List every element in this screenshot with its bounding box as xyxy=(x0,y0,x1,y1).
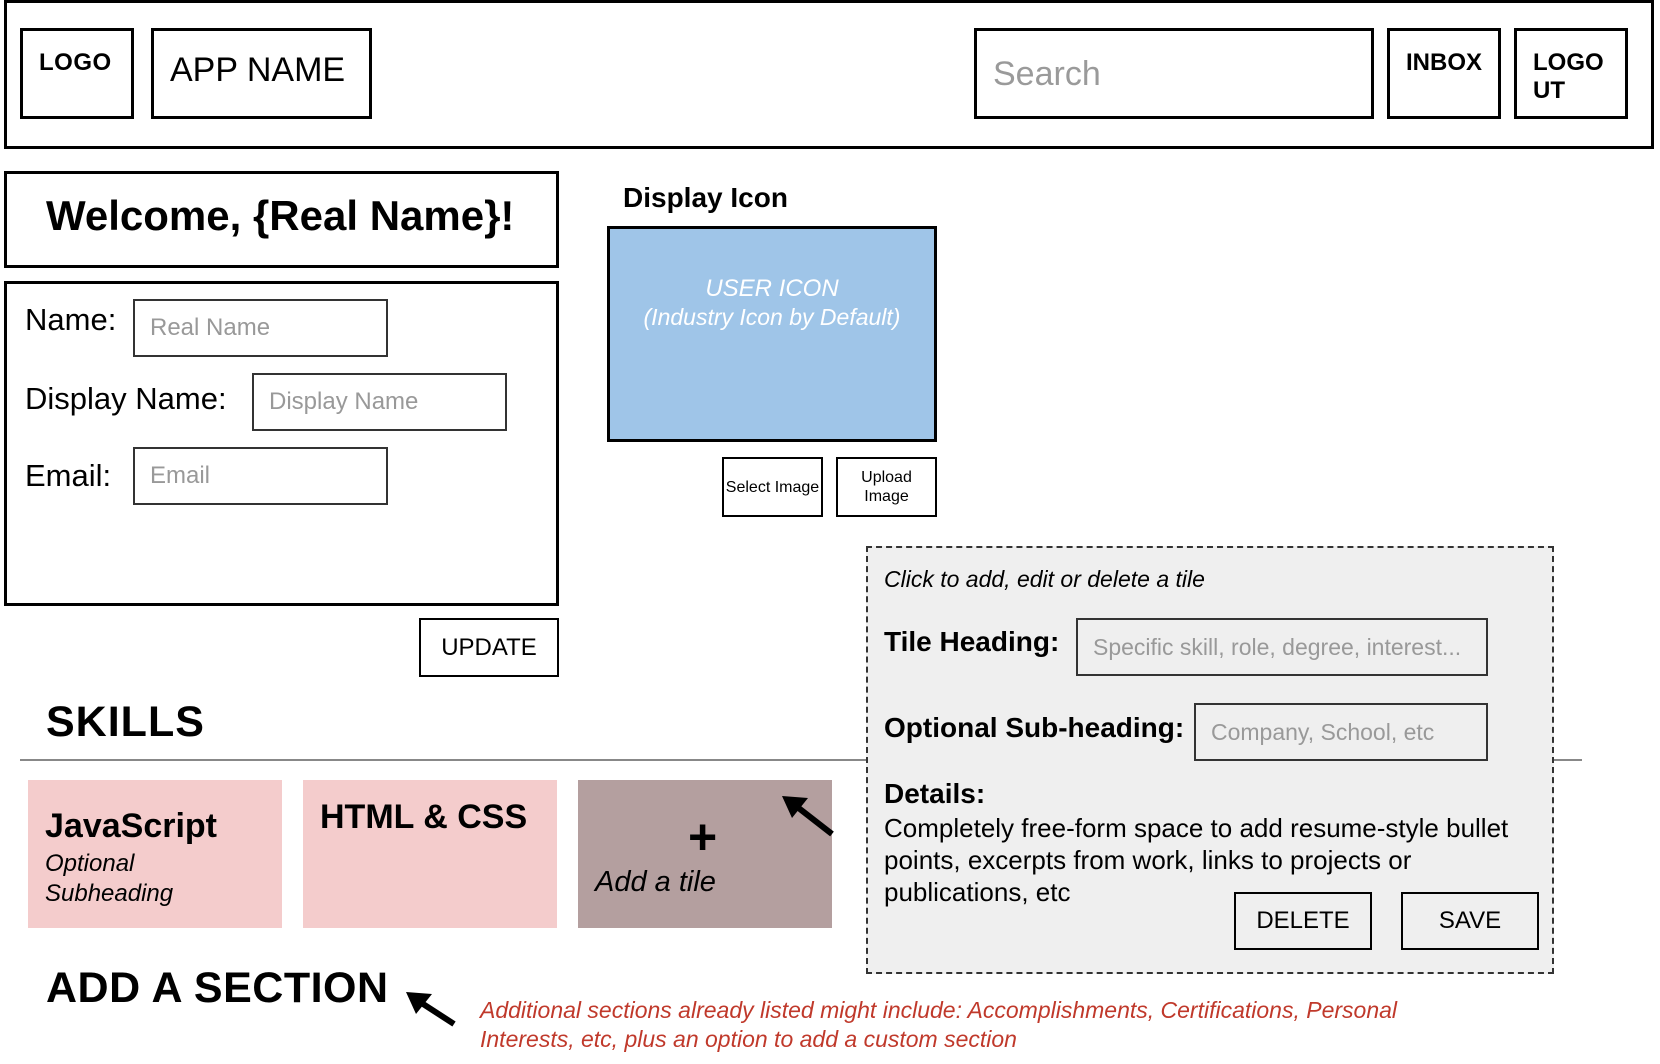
plus-icon: + xyxy=(688,809,718,865)
details-label: Details: xyxy=(884,778,986,809)
upload-image-button[interactable]: Upload Image xyxy=(836,457,937,517)
tile-heading-input[interactable] xyxy=(1076,618,1488,676)
tile-heading: HTML & CSS xyxy=(320,798,528,836)
display-name-label: Display Name: xyxy=(25,381,227,416)
tile-heading-label: Tile Heading: xyxy=(884,626,1060,657)
logo-text: LOGO xyxy=(39,49,112,76)
name-input[interactable] xyxy=(133,299,388,357)
search-input[interactable] xyxy=(991,51,1355,97)
skill-tile-html-css[interactable]: HTML & CSS xyxy=(303,780,557,928)
add-section-note: Additional sections already listed might… xyxy=(480,997,1398,1052)
arrow-icon xyxy=(782,796,834,837)
select-image-button[interactable]: Select Image xyxy=(722,457,823,517)
app-name: APP NAME xyxy=(151,28,372,119)
profile-form: Name: Display Name: Email: xyxy=(4,281,559,606)
subheading-label: Optional Sub-heading: xyxy=(884,712,1185,743)
subheading-input[interactable] xyxy=(1194,703,1488,761)
display-name-input[interactable] xyxy=(252,373,507,431)
inbox-button[interactable]: INBOX xyxy=(1387,28,1501,119)
user-icon-preview: USER ICON (Industry Icon by Default) xyxy=(607,226,937,442)
arrow-icon xyxy=(406,992,456,1027)
user-icon-title: USER ICON xyxy=(705,275,839,302)
tile-heading: JavaScript xyxy=(45,807,217,845)
user-icon-subtitle: (Industry Icon by Default) xyxy=(643,304,901,330)
skill-tile-javascript[interactable]: JavaScript Optional Subheading xyxy=(28,780,282,928)
save-button[interactable]: SAVE xyxy=(1401,892,1539,950)
name-label: Name: xyxy=(25,302,117,337)
skills-heading: SKILLS xyxy=(46,698,205,746)
welcome-banner: Welcome, {Real Name}! xyxy=(4,171,559,268)
email-input[interactable] xyxy=(133,447,388,505)
update-button[interactable]: UPDATE xyxy=(419,618,559,677)
add-tile-label: Add a tile xyxy=(595,866,716,898)
search-box[interactable] xyxy=(974,28,1374,119)
tile-edit-panel: Click to add, edit or delete a tile Tile… xyxy=(866,546,1554,974)
delete-button[interactable]: DELETE xyxy=(1234,892,1372,950)
logout-button[interactable]: LOGO UT xyxy=(1514,28,1628,119)
display-icon-label: Display Icon xyxy=(623,182,788,213)
logo[interactable]: LOGO xyxy=(20,28,134,119)
tile-subheading: Optional Subheading xyxy=(45,850,174,907)
logout-label: LOGO UT xyxy=(1533,49,1604,104)
add-section-button[interactable]: ADD A SECTION xyxy=(46,964,389,1013)
app-name-text: APP NAME xyxy=(170,51,346,89)
welcome-text: Welcome, {Real Name}! xyxy=(46,192,515,239)
edit-hint: Click to add, edit or delete a tile xyxy=(884,566,1205,592)
inbox-label: INBOX xyxy=(1406,49,1483,76)
email-label: Email: xyxy=(25,458,112,493)
